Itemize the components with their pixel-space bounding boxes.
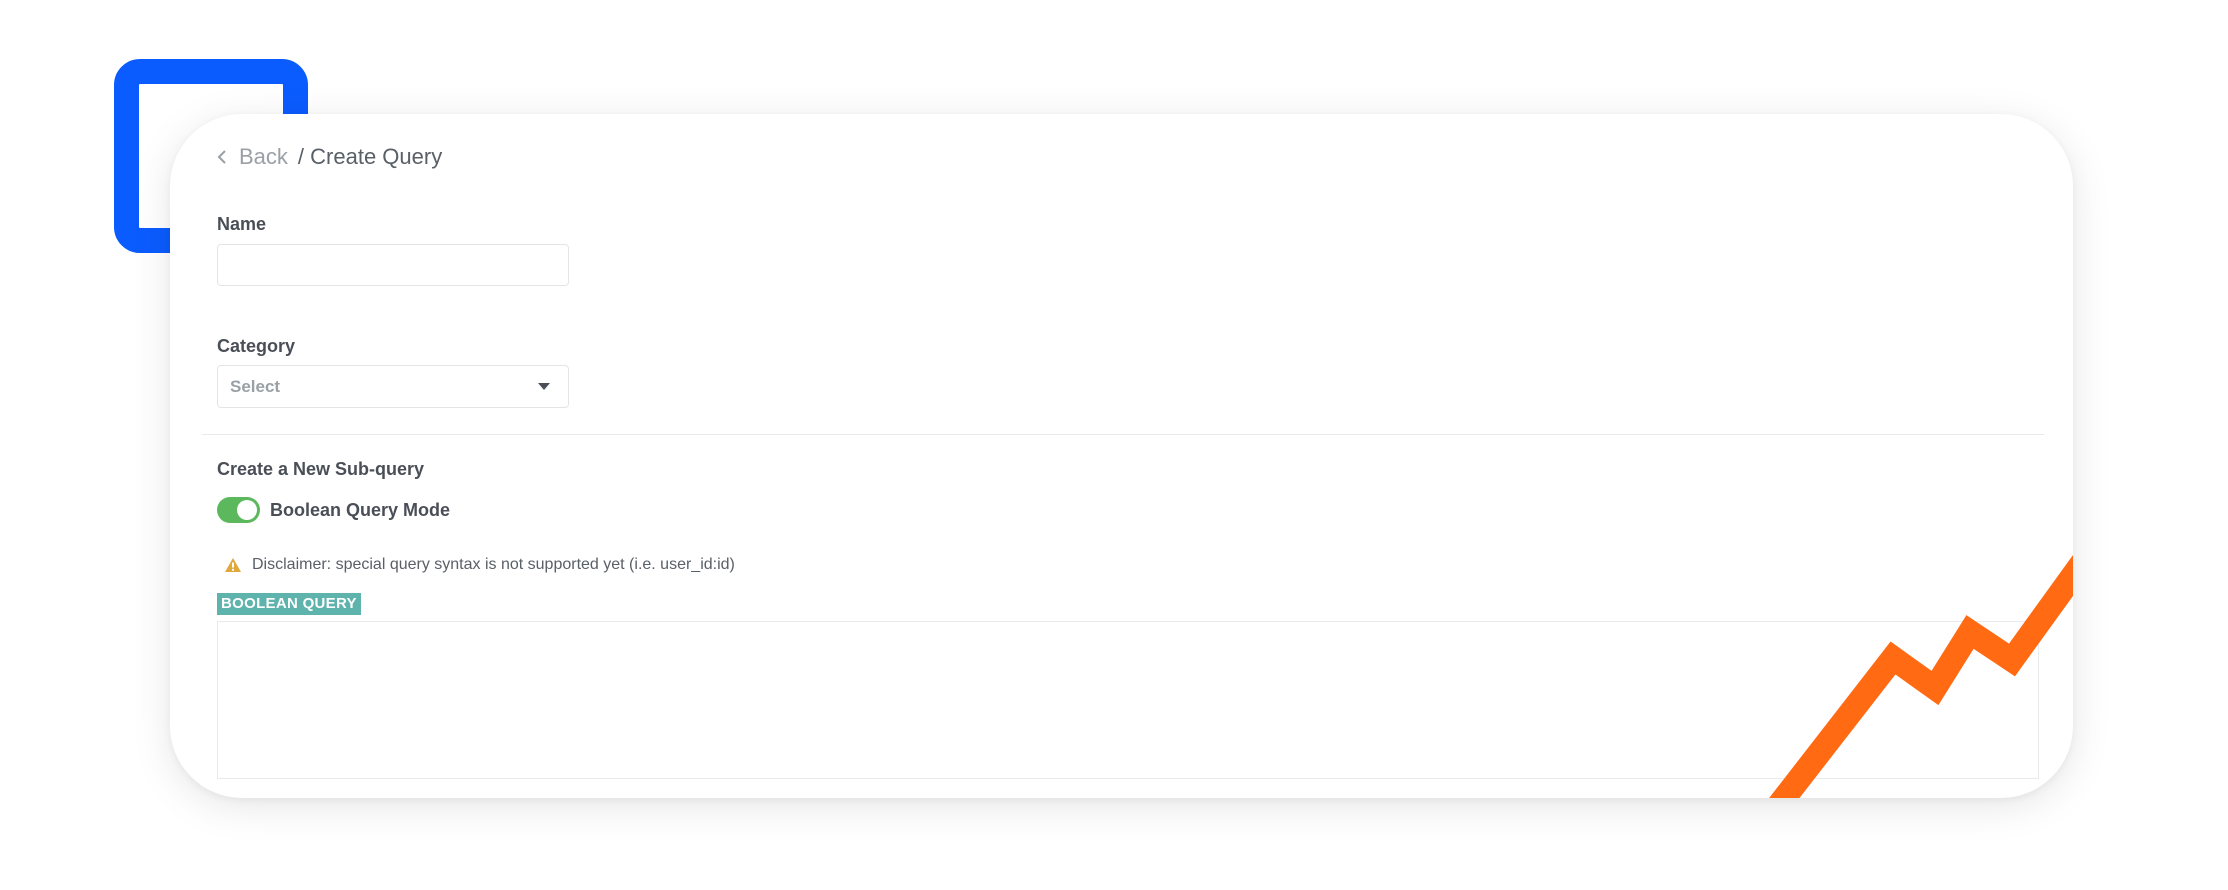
- boolean-mode-toggle[interactable]: [217, 497, 260, 523]
- boolean-mode-row: Boolean Query Mode: [217, 497, 450, 523]
- category-placeholder: Select: [230, 376, 281, 396]
- page-title: / Create Query: [297, 144, 443, 169]
- toggle-knob: [237, 500, 257, 520]
- name-input[interactable]: [217, 244, 569, 286]
- disclaimer: Disclaimer: special query syntax is not …: [224, 556, 735, 574]
- back-label: Back: [239, 144, 288, 169]
- category-label: Category: [217, 336, 296, 356]
- boolean-query-textarea[interactable]: [217, 621, 2039, 779]
- name-label: Name: [217, 214, 267, 234]
- subquery-heading: Create a New Sub-query: [217, 459, 425, 479]
- caret-down-icon: [538, 383, 550, 390]
- breadcrumb: Back / Create Query: [217, 144, 442, 170]
- category-select[interactable]: Select: [217, 365, 569, 408]
- create-query-card: Back / Create Query Name Category Select…: [170, 114, 2073, 798]
- warning-icon: [225, 558, 241, 572]
- boolean-query-badge: BOOLEAN QUERY: [217, 593, 361, 615]
- section-divider: [202, 434, 2044, 435]
- disclaimer-text: Disclaimer: special query syntax is not …: [252, 556, 735, 573]
- chevron-left-icon: [217, 150, 226, 164]
- boolean-mode-label: Boolean Query Mode: [270, 499, 451, 520]
- back-link[interactable]: Back: [217, 144, 288, 170]
